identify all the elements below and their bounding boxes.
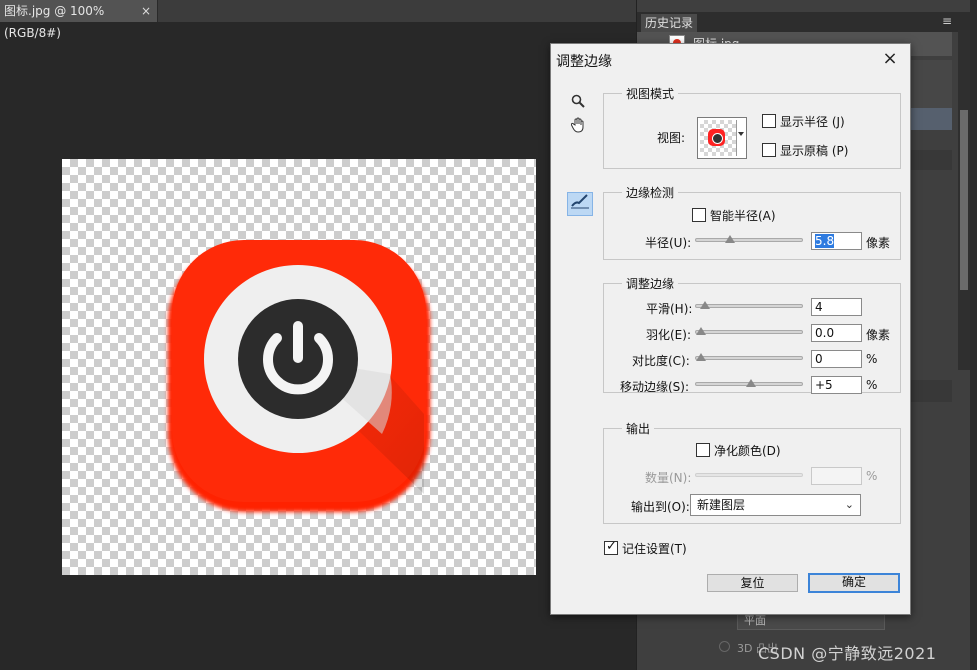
document-tab[interactable]: 图标.jpg @ 100%(RGB/8#) × — [0, 0, 158, 40]
view-label: 视图: — [657, 131, 686, 145]
feather-label: 羽化(E): — [646, 328, 691, 342]
adjust-edge-title: 调整边缘 — [622, 275, 679, 292]
shift-edge-slider-thumb[interactable] — [745, 379, 756, 387]
smooth-input[interactable]: 4 — [811, 298, 862, 316]
radius-unit: 像素 — [866, 236, 891, 250]
feather-slider[interactable] — [695, 327, 803, 335]
shift-edge-unit: % — [866, 378, 878, 392]
refine-radius-tool-icon[interactable] — [567, 192, 593, 216]
scrollbar-thumb[interactable] — [960, 110, 968, 290]
output-to-value: 新建图层 — [697, 498, 746, 512]
zoom-tool-icon[interactable] — [567, 93, 589, 115]
remember-settings-checkbox[interactable] — [604, 539, 618, 555]
smart-radius-label: 智能半径(A) — [710, 209, 776, 223]
amount-slider — [695, 473, 803, 477]
smooth-label: 平滑(H): — [646, 302, 693, 316]
chevron-down-icon: ⌄ — [844, 498, 854, 511]
view-preview-icon — [708, 129, 725, 146]
shift-edge-slider[interactable] — [695, 379, 803, 387]
contrast-label: 对比度(C): — [632, 354, 690, 368]
remember-settings-label: 记住设置(T) — [622, 542, 687, 556]
feather-unit: 像素 — [866, 328, 891, 342]
document-tab-title: 图标.jpg @ 100%(RGB/8#) — [4, 4, 105, 40]
view-dropdown-arrow-icon[interactable] — [738, 132, 744, 136]
output-title: 输出 — [622, 420, 655, 437]
option-3d-radio[interactable] — [719, 641, 730, 652]
tab-history[interactable]: 历史记录 — [641, 14, 697, 32]
shift-edge-label: 移动边缘(S): — [620, 380, 690, 394]
smooth-slider[interactable] — [695, 301, 803, 309]
dialog-title: 调整边缘 — [556, 54, 612, 70]
edge-detection-title: 边缘检测 — [622, 184, 679, 201]
contrast-input[interactable]: 0 — [811, 350, 862, 368]
contrast-slider-thumb[interactable] — [696, 353, 706, 361]
image-canvas[interactable] — [62, 159, 536, 575]
view-mode-title: 视图模式 — [622, 85, 679, 102]
view-mode-picker[interactable] — [697, 117, 747, 159]
smart-radius-checkbox[interactable] — [692, 208, 706, 222]
document-tab-close-icon[interactable]: × — [141, 0, 151, 22]
show-original-label: 显示原稿 (P) — [780, 144, 849, 158]
feather-slider-thumb[interactable] — [696, 327, 706, 335]
panel-menu-icon[interactable]: ≡ — [942, 14, 952, 28]
show-radius-checkbox[interactable] — [762, 114, 776, 128]
show-radius-label: 显示半径 (J) — [780, 115, 845, 129]
amount-input — [811, 467, 862, 485]
smooth-slider-thumb[interactable] — [699, 301, 710, 309]
feather-input[interactable]: 0.0 — [811, 324, 862, 342]
side-toolstrip — [970, 0, 977, 670]
contrast-unit: % — [866, 352, 878, 366]
power-app-icon — [168, 240, 430, 512]
show-original-checkbox[interactable] — [762, 143, 776, 157]
decontaminate-colors-label: 净化颜色(D) — [714, 444, 781, 458]
amount-unit: % — [866, 469, 878, 483]
hand-tool-icon[interactable] — [567, 117, 589, 139]
reset-button[interactable]: 复位 — [707, 574, 798, 592]
view-picker-divider — [736, 120, 737, 156]
radius-slider-thumb[interactable] — [724, 235, 735, 243]
output-to-label: 输出到(O): — [631, 500, 690, 514]
view-mode-group: 视图模式 — [603, 85, 901, 169]
radius-value: 5.8 — [815, 234, 835, 248]
output-to-select[interactable]: 新建图层 ⌄ — [690, 494, 861, 516]
contrast-slider[interactable] — [695, 353, 803, 361]
decontaminate-colors-checkbox[interactable] — [696, 443, 710, 457]
dialog-close-icon[interactable]: × — [881, 50, 899, 68]
amount-label: 数量(N): — [645, 471, 692, 485]
ok-button[interactable]: 确定 — [808, 573, 900, 593]
watermark: CSDN @宁静致远2021 — [758, 644, 937, 663]
shift-edge-input[interactable]: +5 — [811, 376, 862, 394]
radius-label: 半径(U): — [645, 236, 692, 250]
refine-edge-dialog: 调整边缘 × 视图模式 视图: 显示半径 (J) 显示原稿 (P) 边缘检测 智… — [550, 43, 911, 615]
radius-slider[interactable] — [695, 235, 803, 243]
radius-input[interactable]: 5.8 — [811, 232, 862, 250]
tab-bar — [158, 0, 636, 22]
